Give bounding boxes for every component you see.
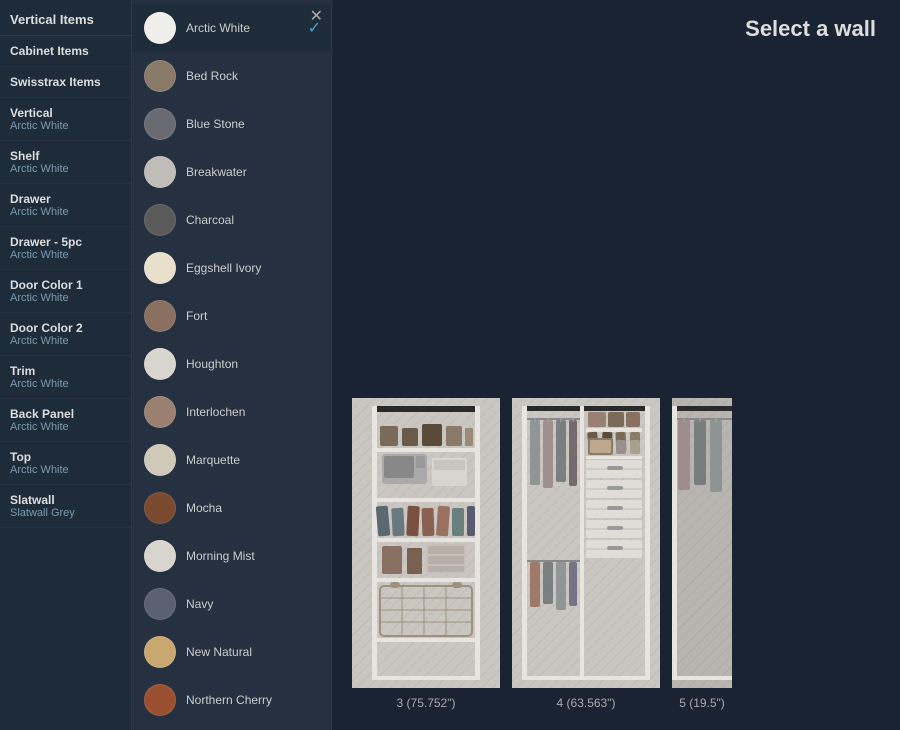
color-swatch-morning-mist (144, 540, 176, 572)
shelf-subtitle: Arctic White (10, 163, 121, 175)
trim-subtitle: Arctic White (10, 378, 121, 390)
color-item-morning-mist[interactable]: Morning Mist (132, 532, 331, 580)
top-subtitle: Arctic White (10, 464, 121, 476)
color-name-bed-rock: Bed Rock (186, 69, 238, 83)
drawer-label: Drawer (10, 192, 121, 206)
color-item-eggshell-ivory[interactable]: Eggshell Ivory (132, 244, 331, 292)
wall-preview-4[interactable] (512, 398, 660, 688)
wall-preview-3[interactable] (352, 398, 500, 688)
back-panel-subtitle: Arctic White (10, 421, 121, 433)
trim-label: Trim (10, 364, 121, 378)
select-wall-title: Select a wall (745, 16, 876, 42)
drawer-5pc-label: Drawer - 5pc (10, 235, 121, 249)
main-content: Select a wall (332, 0, 900, 730)
color-swatch-bed-rock (144, 60, 176, 92)
color-name-morning-mist: Morning Mist (186, 549, 255, 563)
door-color-1-label: Door Color 1 (10, 278, 121, 292)
wall-4-label: 4 (63.563") (557, 696, 616, 710)
color-name-northern-cherry: Northern Cherry (186, 693, 272, 707)
color-name-arctic-white: Arctic White (186, 21, 250, 35)
color-name-new-natural: New Natural (186, 645, 252, 659)
drawer-5pc-subtitle: Arctic White (10, 249, 121, 261)
color-swatch-interlochen (144, 396, 176, 428)
sidebar-item-drawer[interactable]: Drawer Arctic White (0, 184, 131, 227)
color-swatch-fort (144, 300, 176, 332)
color-name-eggshell-ivory: Eggshell Ivory (186, 261, 261, 275)
slatwall-subtitle: Slatwall Grey (10, 507, 121, 519)
sidebar-item-vertical[interactable]: Vertical Arctic White (0, 98, 131, 141)
sidebar-item-door-color-1[interactable]: Door Color 1 Arctic White (0, 270, 131, 313)
color-swatch-charcoal (144, 204, 176, 236)
main-header: Select a wall (332, 0, 900, 50)
color-swatch-breakwater (144, 156, 176, 188)
color-item-northern-cherry[interactable]: Northern Cherry (132, 676, 331, 724)
walls-container: 3 (75.752") (332, 50, 900, 730)
sidebar-item-slatwall[interactable]: Slatwall Slatwall Grey (0, 485, 131, 528)
color-item-navy[interactable]: Navy (132, 580, 331, 628)
door-color-2-label: Door Color 2 (10, 321, 121, 335)
wall-preview-5[interactable] (672, 398, 732, 688)
color-name-houghton: Houghton (186, 357, 238, 371)
sidebar-item-drawer-5pc[interactable]: Drawer - 5pc Arctic White (0, 227, 131, 270)
color-list: Arctic White✓ Bed Rock Blue Stone Breakwate… (132, 0, 331, 730)
shelf-label: Shelf (10, 149, 121, 163)
wall-5-label: 5 (19.5") (679, 696, 725, 710)
sidebar-item-top[interactable]: Top Arctic White (0, 442, 131, 485)
color-swatch-mocha (144, 492, 176, 524)
color-item-breakwater[interactable]: Breakwater (132, 148, 331, 196)
color-item-houghton[interactable]: Houghton (132, 340, 331, 388)
sidebar-item-swisstrax-items[interactable]: Swisstrax Items (0, 67, 131, 98)
color-name-interlochen: Interlochen (186, 405, 245, 419)
color-name-breakwater: Breakwater (186, 165, 247, 179)
color-item-arctic-white[interactable]: Arctic White✓ (132, 4, 331, 52)
color-swatch-northern-cherry (144, 684, 176, 716)
wall-section-4[interactable]: 4 (63.563") (512, 398, 660, 710)
color-item-blue-stone[interactable]: Blue Stone (132, 100, 331, 148)
sidebar-item-trim[interactable]: Trim Arctic White (0, 356, 131, 399)
color-swatch-eggshell-ivory (144, 252, 176, 284)
color-item-bed-rock[interactable]: Bed Rock (132, 52, 331, 100)
color-item-interlochen[interactable]: Interlochen (132, 388, 331, 436)
sidebar-item-cabinet-items[interactable]: Cabinet Items (0, 36, 131, 67)
color-name-mocha: Mocha (186, 501, 222, 515)
color-picker-panel: ✕ Arctic White✓ Bed Rock Blue Stone Breakwa… (132, 0, 332, 730)
color-item-charcoal[interactable]: Charcoal (132, 196, 331, 244)
color-item-new-natural[interactable]: New Natural (132, 628, 331, 676)
color-item-fort[interactable]: Fort (132, 292, 331, 340)
top-label: Top (10, 450, 121, 464)
color-name-marquette: Marquette (186, 453, 240, 467)
door-color-2-subtitle: Arctic White (10, 335, 121, 347)
color-name-navy: Navy (186, 597, 213, 611)
sidebar-item-back-panel[interactable]: Back Panel Arctic White (0, 399, 131, 442)
cabinet-items-label: Cabinet Items (10, 44, 121, 58)
slatwall-label: Slatwall (10, 493, 121, 507)
color-name-charcoal: Charcoal (186, 213, 234, 227)
wall-section-3[interactable]: 3 (75.752") (352, 398, 500, 710)
door-color-1-subtitle: Arctic White (10, 292, 121, 304)
color-swatch-navy (144, 588, 176, 620)
color-name-fort: Fort (186, 309, 207, 323)
sidebar-item-shelf[interactable]: Shelf Arctic White (0, 141, 131, 184)
sidebar-header: Vertical Items (0, 0, 131, 36)
back-panel-label: Back Panel (10, 407, 121, 421)
color-swatch-arctic-white (144, 12, 176, 44)
color-item-marquette[interactable]: Marquette (132, 436, 331, 484)
color-swatch-blue-stone (144, 108, 176, 140)
vertical-label: Vertical (10, 106, 121, 120)
sidebar-item-door-color-2[interactable]: Door Color 2 Arctic White (0, 313, 131, 356)
color-item-mocha[interactable]: Mocha (132, 484, 331, 532)
sidebar: Vertical Items Cabinet Items Swisstrax I… (0, 0, 132, 730)
close-icon[interactable]: ✕ (310, 6, 323, 26)
color-swatch-new-natural (144, 636, 176, 668)
wall-section-5[interactable]: 5 (19.5") (672, 398, 732, 710)
color-name-blue-stone: Blue Stone (186, 117, 245, 131)
color-swatch-houghton (144, 348, 176, 380)
color-swatch-marquette (144, 444, 176, 476)
wall-3-label: 3 (75.752") (397, 696, 456, 710)
vertical-subtitle: Arctic White (10, 120, 121, 132)
swisstrax-items-label: Swisstrax Items (10, 75, 121, 89)
drawer-subtitle: Arctic White (10, 206, 121, 218)
